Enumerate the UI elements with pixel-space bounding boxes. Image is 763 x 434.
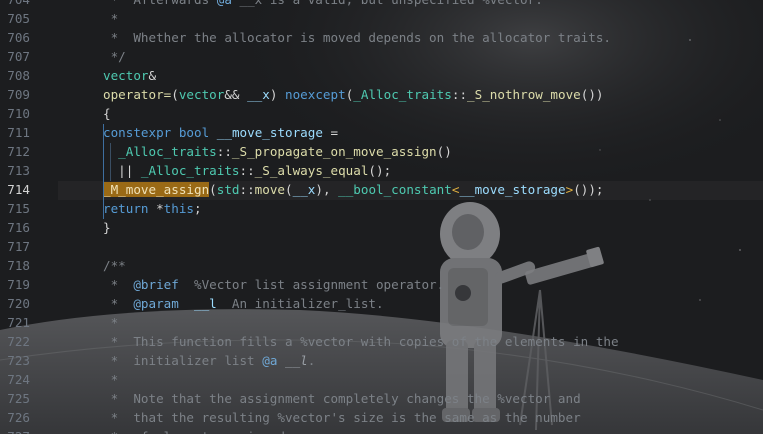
- code-line[interactable]: operator=(vector&& __x) noexcept(_Alloc_…: [103, 85, 604, 104]
- code-token: .: [307, 353, 316, 368]
- code-token: _Alloc_traits: [140, 163, 240, 178]
- code-line[interactable]: return *this;: [103, 199, 202, 218]
- code-token: __l: [194, 296, 217, 311]
- code-token: move: [254, 182, 286, 197]
- code-token: return: [103, 201, 149, 216]
- code-line[interactable]: * @param __l An initializer_list.: [103, 294, 384, 313]
- code-token: ),: [315, 182, 339, 197]
- code-line[interactable]: {: [103, 104, 111, 123]
- code-token: }: [103, 220, 111, 235]
- code-token: * initializer list: [103, 353, 263, 368]
- code-line[interactable]: * that the resulting %vector's size is t…: [103, 408, 581, 427]
- code-token: {: [103, 106, 111, 121]
- code-token: */: [103, 49, 126, 64]
- code-token: @a: [262, 353, 278, 368]
- code-token: constexpr: [103, 125, 172, 140]
- code-token: &: [148, 68, 157, 83]
- code-line[interactable]: _M_move_assign(std::move(__x), __bool_co…: [103, 180, 604, 199]
- code-token: &&: [224, 87, 248, 102]
- code-token: %Vector list assignment operator.: [178, 277, 445, 292]
- indent-guide: [103, 124, 104, 219]
- code-token: _S_always_equal: [254, 163, 369, 178]
- code-token: (): [436, 144, 452, 159]
- code-token: @param: [133, 296, 179, 311]
- code-token: *: [103, 296, 134, 311]
- code-line[interactable]: || _Alloc_traits::_S_always_equal();: [103, 161, 391, 180]
- code-token: (: [171, 87, 179, 102]
- code-token: * Afterwards: [103, 0, 217, 7]
- code-token: * Note that the assignment completely ch…: [103, 391, 581, 406]
- code-token: __x is a valid, but unspecified %vector.: [232, 0, 542, 7]
- code-line[interactable]: *: [103, 9, 119, 28]
- code-token: * This function fills a %vector with cop…: [103, 334, 619, 349]
- code-area[interactable]: * Afterwards @a __x is a valid, but unsp…: [0, 0, 763, 434]
- code-token: __l: [285, 353, 308, 368]
- code-token: noexcept: [285, 87, 346, 102]
- code-line[interactable]: constexpr bool __move_storage =: [103, 123, 338, 142]
- code-token: ();: [368, 163, 392, 178]
- code-token: ::: [239, 182, 255, 197]
- code-token: *: [103, 11, 119, 26]
- code-line[interactable]: * initializer list @a __l.: [103, 351, 316, 370]
- code-token: _Alloc_traits: [353, 87, 452, 102]
- code-token: * of elements assigned.: [103, 429, 293, 434]
- code-token: (: [285, 182, 293, 197]
- code-token: *: [103, 372, 119, 387]
- code-line[interactable]: * Note that the assignment completely ch…: [103, 389, 581, 408]
- code-token: @brief: [133, 277, 179, 292]
- code-token: __x: [292, 182, 316, 197]
- code-line[interactable]: *: [103, 313, 119, 332]
- code-line[interactable]: * @brief %Vector list assignment operato…: [103, 275, 445, 294]
- code-token: * that the resulting %vector's size is t…: [103, 410, 581, 425]
- code-line[interactable]: */: [103, 47, 126, 66]
- code-line[interactable]: vector&: [103, 66, 156, 85]
- code-token: ::: [451, 87, 468, 102]
- code-token: __bool_constant: [338, 182, 452, 197]
- code-token: __move_storage: [216, 125, 323, 140]
- code-line[interactable]: /**: [103, 256, 126, 275]
- code-token: std: [216, 182, 240, 197]
- code-token: __x: [247, 87, 270, 102]
- code-token: ());: [573, 182, 604, 197]
- code-token: __move_storage: [459, 182, 566, 197]
- code-token: @a: [217, 0, 232, 7]
- code-token: operator=: [103, 87, 172, 102]
- code-token: this: [163, 201, 195, 216]
- code-token: * Whether the allocator is moved depends…: [103, 30, 611, 45]
- code-token: (: [209, 182, 217, 197]
- code-token: _S_nothrow_move: [467, 87, 581, 102]
- code-token: ||: [103, 163, 141, 178]
- code-token: ::: [216, 144, 232, 159]
- code-line[interactable]: * This function fills a %vector with cop…: [103, 332, 619, 351]
- code-line[interactable]: _Alloc_traits::_S_propagate_on_move_assi…: [103, 142, 452, 161]
- code-token: ): [269, 87, 286, 102]
- code-token: *: [148, 201, 164, 216]
- code-token: vector: [103, 68, 149, 83]
- code-token: *: [103, 315, 119, 330]
- code-token: ::: [239, 163, 255, 178]
- code-token: bool: [178, 125, 210, 140]
- code-token: vector: [178, 87, 225, 102]
- code-token: An initializer_list.: [216, 296, 384, 311]
- code-line[interactable]: }: [103, 218, 111, 237]
- code-line[interactable]: * Whether the allocator is moved depends…: [103, 28, 611, 47]
- code-token: _S_propagate_on_move_assign: [231, 144, 437, 159]
- code-token: =: [322, 125, 339, 140]
- highlighted-symbol: _M_move_assign: [103, 182, 210, 197]
- code-token: /**: [103, 258, 126, 273]
- code-token: ;: [194, 201, 202, 216]
- indent-guide: [110, 143, 111, 181]
- code-token: _Alloc_traits: [118, 144, 217, 159]
- code-token: ()): [580, 87, 604, 102]
- code-editor[interactable]: 7047057067077087097107117127137147157167…: [0, 0, 763, 434]
- code-line[interactable]: * of elements assigned.: [103, 427, 293, 434]
- code-line[interactable]: * Afterwards @a __x is a valid, but unsp…: [103, 0, 543, 9]
- code-token: *: [103, 277, 134, 292]
- code-line[interactable]: *: [103, 370, 119, 389]
